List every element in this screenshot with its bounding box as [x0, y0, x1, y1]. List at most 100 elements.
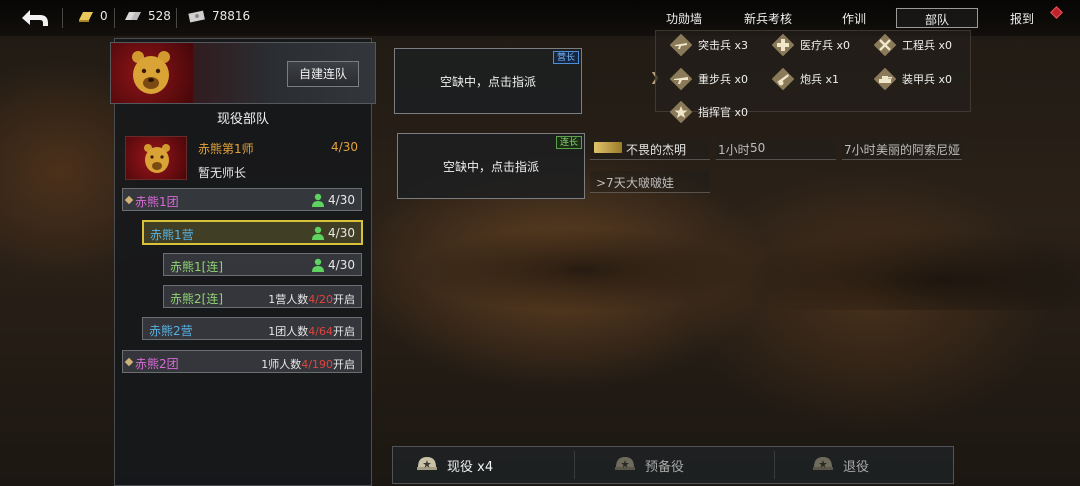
divider	[574, 451, 575, 479]
resource-gold: 0	[78, 9, 108, 23]
type-medic: 医疗兵 x0	[772, 34, 850, 56]
rank-badge: 连长	[555, 136, 582, 149]
req-prefix: 1团人数	[268, 325, 309, 338]
tab-label: 退役	[843, 459, 870, 475]
type-armor: 装甲兵 x0	[874, 68, 952, 90]
type-engineer: 工程兵 x0	[874, 34, 952, 56]
unit-banner: 自建连队	[110, 42, 376, 104]
type-label: 炮兵 x1	[800, 73, 840, 86]
back-arrow-icon	[22, 10, 48, 26]
req-value: 4/20	[308, 293, 333, 306]
unit-row-regiment-1[interactable]: 赤熊1团 4/30	[122, 188, 362, 211]
soldier-helmet-icon	[417, 457, 437, 470]
unit-row-company-1[interactable]: 赤熊1[连] 4/30	[163, 253, 362, 276]
tab-active-duty[interactable]: 现役 x4	[415, 447, 493, 483]
tank-icon	[874, 68, 896, 90]
type-artillery: 炮兵 x1	[772, 68, 839, 90]
nav-troops[interactable]: 部队	[896, 8, 978, 28]
candidate-value: 50	[750, 141, 766, 155]
person-icon	[312, 258, 324, 272]
nav-merit-wall[interactable]: 功勋墙	[666, 10, 702, 27]
division-count: 4/30	[331, 140, 358, 154]
tab-retired[interactable]: 退役	[811, 447, 869, 483]
req-suffix: 开启	[333, 293, 355, 306]
type-label: 装甲兵 x0	[902, 73, 953, 86]
silver-bar-icon	[125, 12, 141, 20]
nav-training[interactable]: 作训	[842, 10, 866, 27]
unit-name: 赤熊2[连]	[170, 292, 223, 306]
req-suffix: 开启	[333, 325, 355, 338]
candidate-name: 大啵啵娃	[626, 176, 675, 190]
medic-icon	[772, 34, 794, 56]
unlock-requirement: 1营人数4/20开启	[268, 291, 355, 307]
battalion-commander-slot[interactable]: 营长 空缺中，点击指派	[394, 48, 582, 114]
unlock-requirement: 1团人数4/64开启	[268, 323, 355, 339]
back-button[interactable]	[18, 6, 52, 30]
bear-icon	[144, 144, 170, 173]
candidate-name: 美丽的阿索尼娅	[876, 143, 961, 157]
bear-emblem	[111, 43, 193, 103]
req-value: 4/64	[308, 325, 333, 338]
candidate-time: 1小时	[718, 143, 750, 157]
unit-name: 赤熊2团	[135, 357, 179, 371]
unit-row-battalion-1[interactable]: 赤熊1营 4/30	[142, 220, 363, 245]
nav-report[interactable]: 报到	[1010, 10, 1034, 27]
notification-dot	[1050, 6, 1063, 19]
type-heavy-infantry: 重步兵 x0	[670, 68, 748, 90]
divider	[62, 8, 63, 28]
unit-name: 赤熊1营	[150, 228, 194, 242]
divider	[114, 8, 115, 28]
assault-rifle-icon	[670, 34, 692, 56]
gold-value: 0	[100, 9, 108, 23]
bear-icon	[132, 51, 170, 94]
candidate-row[interactable]: >7天 大啵啵娃	[590, 171, 710, 193]
silver-value: 528	[148, 9, 171, 23]
candidate-time: >7天	[596, 176, 626, 190]
commander-icon	[670, 101, 692, 123]
division-commander: 暂无师长	[198, 166, 247, 180]
tab-label: 预备役	[645, 459, 685, 475]
company-commander-slot[interactable]: 连长 空缺中，点击指派	[397, 133, 585, 199]
divider	[176, 8, 177, 28]
resource-silver: 528	[124, 9, 171, 23]
division-emblem	[125, 136, 187, 180]
slot-text: 空缺中，点击指派	[439, 75, 536, 89]
engineer-icon	[874, 34, 896, 56]
division-card[interactable]: 赤熊第1师 4/30 暂无师长	[122, 133, 364, 183]
unit-row-regiment-2[interactable]: 赤熊2团 1师人数4/190开启	[122, 350, 362, 373]
divider	[774, 451, 775, 479]
person-icon	[312, 193, 324, 207]
unit-row-company-2[interactable]: 赤熊2[连] 1营人数4/20开启	[163, 285, 362, 308]
gold-bar-icon	[79, 12, 93, 22]
create-company-button[interactable]: 自建连队	[287, 61, 359, 87]
candidate-time: 7小时	[844, 143, 876, 157]
soldier-helmet-icon	[615, 457, 635, 470]
person-icon	[312, 226, 324, 240]
heavy-infantry-icon	[670, 68, 692, 90]
soldier-helmet-icon	[813, 457, 833, 470]
req-value: 4/190	[301, 358, 333, 371]
type-label: 突击兵 x3	[698, 39, 749, 52]
type-label: 工程兵 x0	[902, 39, 953, 52]
nav-recruit-exam[interactable]: 新兵考核	[744, 10, 792, 27]
type-label: 指挥官 x0	[698, 106, 749, 119]
candidate-row[interactable]: 不畏的杰明	[590, 138, 710, 160]
candidate-row[interactable]: 7小时 美丽的阿索尼娅	[842, 138, 962, 160]
cash-icon	[188, 10, 205, 23]
type-label: 医疗兵 x0	[800, 39, 851, 52]
type-assault: 突击兵 x3	[670, 34, 748, 56]
rank-badge: 营长	[552, 51, 579, 64]
req-prefix: 1营人数	[268, 293, 309, 306]
unlock-requirement: 1师人数4/190开启	[261, 356, 355, 372]
unit-name: 赤熊1团	[135, 195, 179, 209]
type-label: 重步兵 x0	[698, 73, 749, 86]
tab-reserve[interactable]: 预备役	[613, 447, 684, 483]
expand-diamond-icon	[124, 195, 134, 205]
candidate-row[interactable]: 1小时 50	[716, 138, 836, 160]
unit-count: 4/30	[328, 258, 355, 272]
req-prefix: 1师人数	[261, 358, 302, 371]
candidate-name: 不畏的杰明	[626, 143, 687, 157]
tab-label: 现役 x4	[447, 459, 494, 475]
unit-row-battalion-2[interactable]: 赤熊2营 1团人数4/64开启	[142, 317, 362, 340]
active-troops-title: 现役部队	[216, 112, 269, 127]
